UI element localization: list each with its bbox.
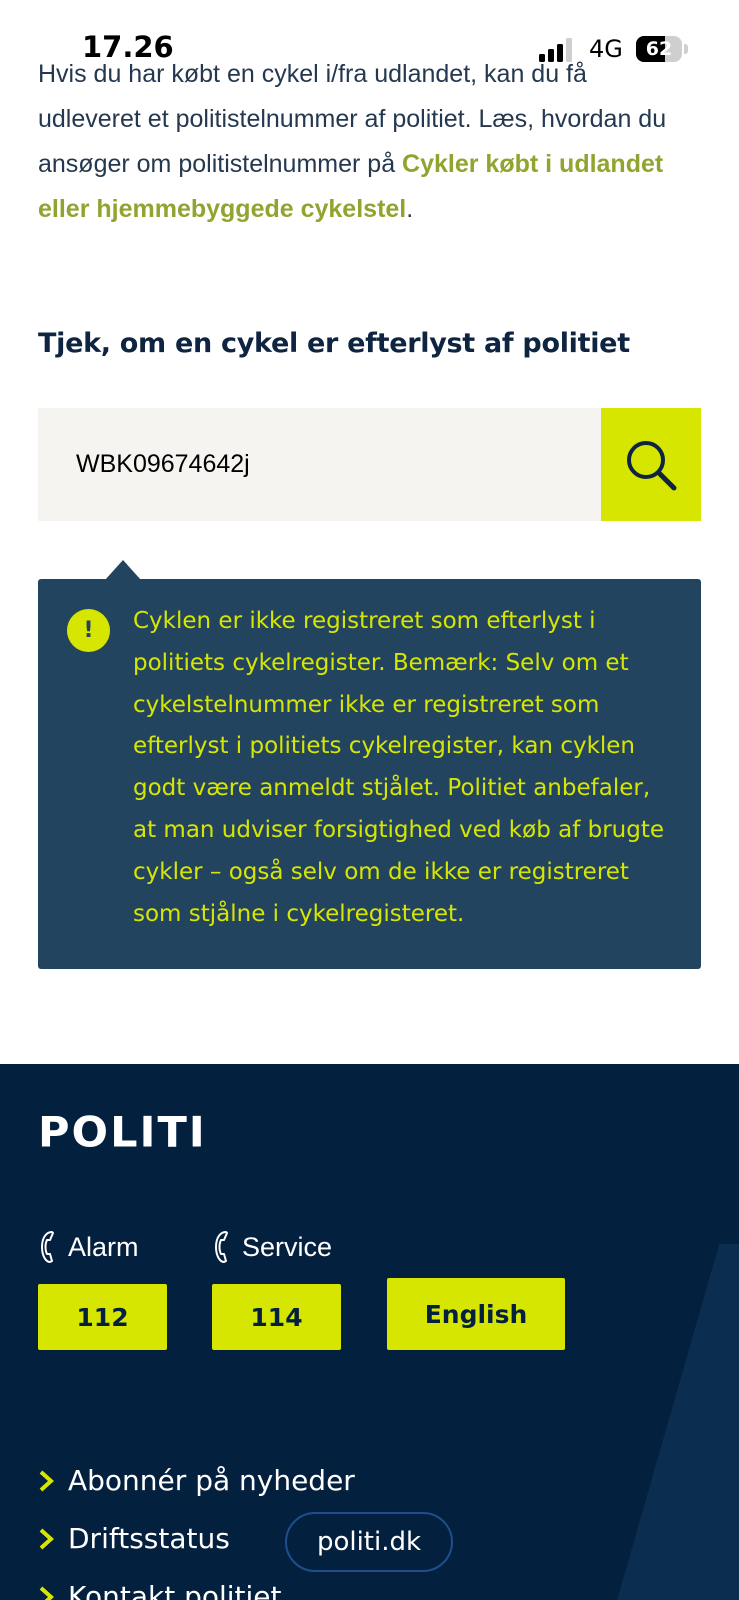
- footer: POLITI Alarm Service 112 114 English Abo…: [0, 1064, 739, 1600]
- search-heading: Tjek, om en cykel er efterlyst af politi…: [38, 328, 630, 359]
- alarm-112-button[interactable]: 112: [38, 1284, 167, 1350]
- footer-decoration: [598, 1244, 739, 1600]
- chevron-right-icon: [39, 1528, 54, 1549]
- english-button[interactable]: English: [387, 1278, 565, 1350]
- frame-number-input[interactable]: [38, 408, 601, 521]
- service-label: Service: [212, 1230, 332, 1264]
- search-icon: [627, 440, 677, 490]
- service-label-text: Service: [242, 1231, 333, 1262]
- search-result-notice: ! Cyklen er ikke registreret som efterly…: [38, 579, 701, 969]
- intro-text-end: .: [406, 195, 414, 223]
- site-address-pill[interactable]: politi.dk: [285, 1512, 453, 1572]
- result-message: Cyklen er ikke registreret som efterlyst…: [133, 608, 665, 927]
- intro-paragraph: Hvis du har købt en cykel i/fra udlandet…: [38, 52, 678, 232]
- footer-link-driftsstatus[interactable]: Driftsstatus: [38, 1522, 230, 1555]
- search-field: [38, 408, 601, 521]
- footer-link-label: Abonnér på nyheder: [68, 1464, 355, 1497]
- notice-pointer: [105, 560, 141, 580]
- footer-link-contact[interactable]: Kontakt politiet: [38, 1580, 282, 1600]
- status-time: 17.26: [82, 30, 174, 64]
- phone-icon: [215, 1231, 228, 1263]
- politi-logo: POLITI: [38, 1108, 207, 1158]
- chevron-right-icon: [39, 1470, 54, 1491]
- service-114-button[interactable]: 114: [212, 1284, 341, 1350]
- footer-link-label: Driftsstatus: [68, 1522, 230, 1555]
- footer-link-subscribe[interactable]: Abonnér på nyheder: [38, 1464, 355, 1497]
- alarm-label-text: Alarm: [68, 1231, 139, 1262]
- exclamation-icon: !: [67, 609, 110, 652]
- footer-link-label: Kontakt politiet: [68, 1580, 282, 1600]
- alarm-label: Alarm: [38, 1230, 139, 1264]
- chevron-right-icon: [39, 1586, 54, 1600]
- phone-icon: [41, 1231, 54, 1263]
- search-button[interactable]: [601, 408, 701, 521]
